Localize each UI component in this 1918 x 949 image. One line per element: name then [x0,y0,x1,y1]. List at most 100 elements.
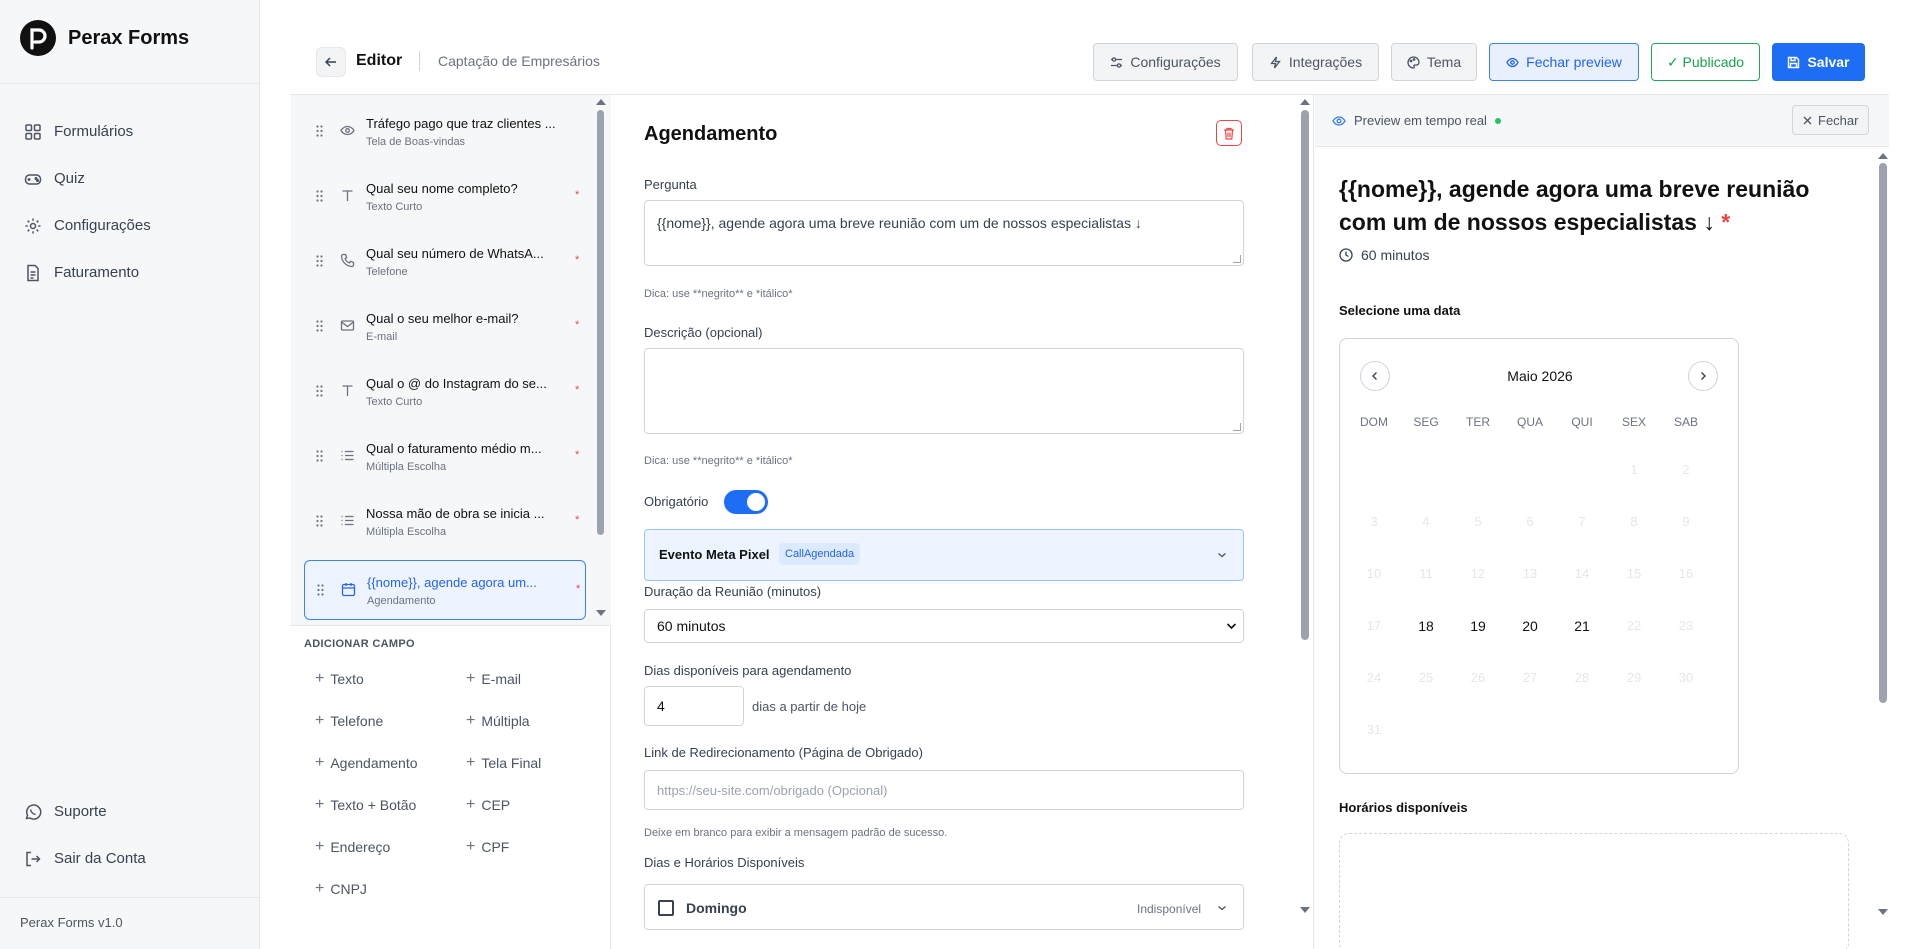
sidebar-item-sair[interactable]: Sair da Conta [24,835,146,882]
editor-scrollbar[interactable] [1301,110,1309,640]
chevron-down-icon [1218,553,1226,558]
scroll-up-arrow[interactable] [596,99,606,105]
duration-value: 60 minutos [657,618,726,634]
field-item[interactable]: Qual seu nome completo? Texto Curto * [304,167,586,227]
calendar-day-available[interactable]: 21 [1556,618,1608,634]
drag-handle-icon[interactable] [316,189,323,207]
delete-field-button[interactable] [1216,120,1242,146]
duration-select[interactable]: 60 minutos [644,609,1244,643]
field-item[interactable]: Qual o seu melhor e-mail? E-mail * [304,297,586,357]
preview-scrollbar[interactable] [1879,163,1887,703]
drag-handle-icon[interactable] [317,583,324,601]
calendar-day-available[interactable]: 19 [1452,618,1504,634]
field-item[interactable]: Qual o faturamento médio m... Múltipla Es… [304,427,586,487]
resize-handle[interactable] [1233,423,1241,431]
add-field-button[interactable]: + Agendamento [315,754,418,772]
calendar-day-disabled: 24 [1366,670,1382,685]
field-type: Múltipla Escolha [366,461,447,473]
weekday-header: QUA [1516,415,1543,429]
field-item[interactable]: Qual o @ do Instagram do se... Texto Curt… [304,362,586,422]
schedule-day-row[interactable]: Domingo Indisponível [644,884,1244,930]
add-field-button[interactable]: + E-mail [466,670,521,688]
save-button[interactable]: Salvar [1772,43,1865,81]
scroll-up-arrow[interactable] [1300,99,1310,105]
close-preview-button[interactable]: Fechar preview [1489,43,1639,81]
add-field-button[interactable]: + CNPJ [315,880,367,898]
plus-icon: + [315,838,325,855]
add-field-button[interactable]: + Telefone [315,712,383,730]
scroll-down-arrow[interactable] [1878,909,1888,915]
theme-button[interactable]: Tema [1391,43,1477,81]
resize-handle[interactable] [1233,255,1241,263]
calendar-day-disabled: 7 [1578,514,1586,529]
sidebar-item-formularios[interactable]: Formulários [24,108,151,155]
close-label: Fechar [1818,112,1859,128]
fields-scrollbar[interactable] [597,110,604,535]
sidebar-item-faturamento[interactable]: Faturamento [24,249,151,296]
calendar-day-disabled: 26 [1470,670,1486,685]
meta-pixel-dropdown[interactable]: Evento Meta Pixel CallAgendada [644,529,1244,581]
drag-handle-icon[interactable] [316,449,323,467]
required-mark: * [575,449,580,461]
drag-handle-icon[interactable] [316,514,323,532]
required-label: Obrigatório [644,494,709,509]
chevron-down-icon [1218,906,1226,911]
meta-pixel-label: Evento Meta Pixel [659,547,770,562]
question-textarea[interactable]: {{nome}}, agende agora uma breve reunião… [644,200,1244,266]
field-item[interactable]: {{nome}}, agende agora um... Agendamento * [304,560,586,620]
plus-icon: + [315,712,325,729]
drag-handle-icon[interactable] [316,319,323,337]
add-field-button[interactable]: + CEP [466,796,510,814]
calendar-day-disabled: 6 [1526,514,1534,529]
add-field-button[interactable]: + Múltipla [466,712,530,730]
days-value: 4 [657,698,665,714]
list-icon [340,513,355,528]
back-button[interactable] [316,47,346,77]
description-hint: Dica: use **negrito** e *itálico* [644,455,793,467]
whatsapp-icon [25,803,42,820]
scroll-down-arrow[interactable] [596,610,606,616]
settings-button[interactable]: Configurações [1093,43,1238,81]
required-mark: * [1721,209,1731,235]
weekday-header: SAB [1673,415,1698,429]
phone-icon [340,253,355,268]
add-field-button[interactable]: + Tela Final [466,754,541,772]
redirect-label: Link de Redirecionamento (Página de Obri… [644,745,923,760]
page-title: Editor [356,52,403,69]
drag-handle-icon[interactable] [316,254,323,272]
required-toggle[interactable] [724,490,768,514]
sidebar-item-suporte[interactable]: Suporte [24,788,146,835]
add-field-button[interactable]: + Texto + Botão [315,796,416,814]
field-item[interactable]: Tráfego pago que traz clientes ... Tela d… [304,102,586,162]
drag-handle-icon[interactable] [316,124,323,142]
scroll-up-arrow[interactable] [1878,153,1888,159]
calendar-day-available[interactable]: 20 [1504,618,1556,634]
add-field-button[interactable]: + CPF [466,838,509,856]
scroll-down-arrow[interactable] [1300,907,1310,913]
next-month-button[interactable] [1688,361,1718,391]
sidebar-item-quiz[interactable]: Quiz [24,155,151,202]
add-field-button[interactable]: + Endereço [315,838,390,856]
description-textarea[interactable] [644,348,1244,434]
add-field-button[interactable]: + Texto [315,670,364,688]
redirect-input[interactable]: https://seu-site.com/obrigado (Opcional) [644,770,1244,810]
days-input[interactable]: 4 [644,686,744,726]
title-separator [419,51,420,71]
brand[interactable]: Perax Forms [20,20,189,56]
sidebar-item-configuracoes[interactable]: Configurações [24,202,151,249]
day-checkbox[interactable] [658,900,674,916]
perax-logo-icon [20,20,56,56]
drag-handle-icon[interactable] [316,384,323,402]
panel-divider [1313,95,1314,949]
integrations-button[interactable]: Integrações [1252,43,1379,81]
slots-label: Horários disponíveis [1339,800,1468,815]
description-label: Descrição (opcional) [644,325,763,340]
close-preview-small-button[interactable]: Fechar [1792,105,1870,135]
calendar-day-available[interactable]: 18 [1400,618,1452,634]
field-type: Tela de Boas-vindas [366,136,466,148]
close-preview-label: Fechar preview [1526,54,1622,70]
published-status-button[interactable]: ✓ Publicado [1651,43,1760,81]
field-item[interactable]: Nossa mão de obra se inicia ... Múltipla … [304,492,586,552]
field-item[interactable]: Qual seu número de WhatsA... Telefone * [304,232,586,292]
field-list: Tráfego pago que traz clientes ... Tela d… [291,95,611,625]
